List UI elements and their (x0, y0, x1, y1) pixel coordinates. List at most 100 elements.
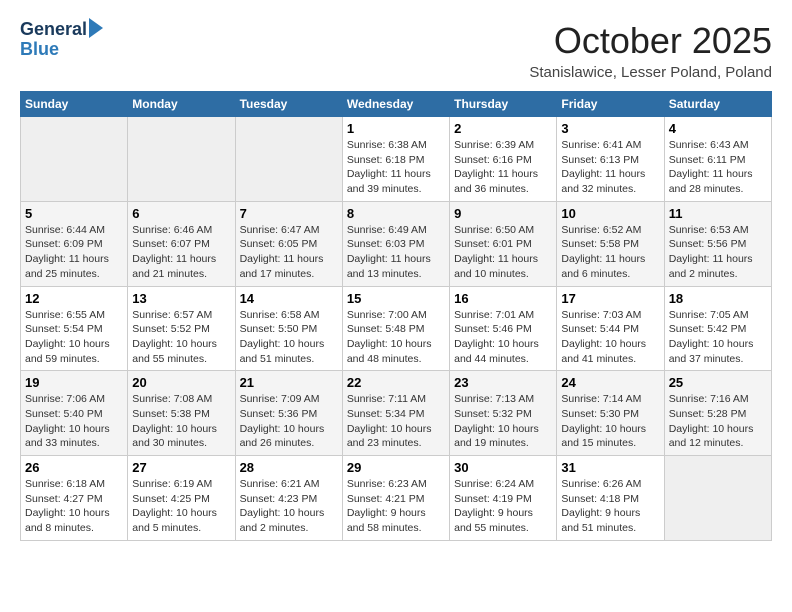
day-number: 9 (454, 206, 552, 221)
col-header-thursday: Thursday (450, 92, 557, 117)
day-info: Sunrise: 6:21 AM Sunset: 4:23 PM Dayligh… (240, 477, 338, 536)
calendar-cell: 8 Sunrise: 6:49 AM Sunset: 6:03 PM Daylig… (342, 201, 449, 286)
day-info: Sunrise: 7:06 AM Sunset: 5:40 PM Dayligh… (25, 392, 123, 451)
calendar-cell: 5Sunrise: 6:44 AM Sunset: 6:09 PM Daylig… (21, 201, 128, 286)
day-number: 6 (132, 206, 230, 221)
day-number: 15 (347, 291, 445, 306)
calendar-cell: 9 Sunrise: 6:50 AM Sunset: 6:01 PM Daylig… (450, 201, 557, 286)
calendar-cell: 29 Sunrise: 6:23 AM Sunset: 4:21 PM Dayli… (342, 456, 449, 541)
calendar-cell: 27 Sunrise: 6:19 AM Sunset: 4:25 PM Dayli… (128, 456, 235, 541)
calendar-cell: 20 Sunrise: 7:08 AM Sunset: 5:38 PM Dayli… (128, 371, 235, 456)
day-info: Sunrise: 6:23 AM Sunset: 4:21 PM Dayligh… (347, 477, 445, 536)
day-number: 3 (561, 121, 659, 136)
day-info: Sunrise: 7:00 AM Sunset: 5:48 PM Dayligh… (347, 308, 445, 367)
calendar-cell (128, 117, 235, 202)
calendar-cell: 2Sunrise: 6:39 AM Sunset: 6:16 PM Daylig… (450, 117, 557, 202)
day-number: 18 (669, 291, 767, 306)
page-header: General Blue October 2025 Stanislawice, … (20, 20, 772, 81)
day-info: Sunrise: 7:03 AM Sunset: 5:44 PM Dayligh… (561, 308, 659, 367)
day-info: Sunrise: 7:14 AM Sunset: 5:30 PM Dayligh… (561, 392, 659, 451)
calendar-week-row: 26 Sunrise: 6:18 AM Sunset: 4:27 PM Dayli… (21, 456, 772, 541)
logo-arrow-icon (89, 18, 103, 38)
calendar-cell: 26 Sunrise: 6:18 AM Sunset: 4:27 PM Dayli… (21, 456, 128, 541)
calendar-week-row: 19 Sunrise: 7:06 AM Sunset: 5:40 PM Dayli… (21, 371, 772, 456)
calendar-cell: 18 Sunrise: 7:05 AM Sunset: 5:42 PM Dayli… (664, 286, 771, 371)
day-info: Sunrise: 7:11 AM Sunset: 5:34 PM Dayligh… (347, 392, 445, 451)
calendar-cell: 28Sunrise: 6:21 AM Sunset: 4:23 PM Dayli… (235, 456, 342, 541)
calendar-week-row: 12 Sunrise: 6:55 AM Sunset: 5:54 PM Dayli… (21, 286, 772, 371)
calendar-cell: 4 Sunrise: 6:43 AM Sunset: 6:11 PM Daylig… (664, 117, 771, 202)
day-number: 30 (454, 460, 552, 475)
day-info: Sunrise: 7:08 AM Sunset: 5:38 PM Dayligh… (132, 392, 230, 451)
day-info: Sunrise: 6:18 AM Sunset: 4:27 PM Dayligh… (25, 477, 123, 536)
day-number: 27 (132, 460, 230, 475)
day-number: 4 (669, 121, 767, 136)
calendar-cell: 3Sunrise: 6:41 AM Sunset: 6:13 PM Daylig… (557, 117, 664, 202)
day-number: 1 (347, 121, 445, 136)
day-info: Sunrise: 6:53 AM Sunset: 5:56 PM Dayligh… (669, 223, 767, 282)
col-header-friday: Friday (557, 92, 664, 117)
logo: General Blue (20, 20, 107, 60)
col-header-sunday: Sunday (21, 92, 128, 117)
title-block: October 2025 Stanislawice, Lesser Poland… (529, 20, 772, 81)
day-info: Sunrise: 7:01 AM Sunset: 5:46 PM Dayligh… (454, 308, 552, 367)
calendar-header-row: SundayMondayTuesdayWednesdayThursdayFrid… (21, 92, 772, 117)
day-number: 5 (25, 206, 123, 221)
calendar-cell (664, 456, 771, 541)
calendar-cell: 6 Sunrise: 6:46 AM Sunset: 6:07 PM Daylig… (128, 201, 235, 286)
day-info: Sunrise: 6:55 AM Sunset: 5:54 PM Dayligh… (25, 308, 123, 367)
day-number: 12 (25, 291, 123, 306)
day-info: Sunrise: 6:47 AM Sunset: 6:05 PM Dayligh… (240, 223, 338, 282)
day-info: Sunrise: 6:58 AM Sunset: 5:50 PM Dayligh… (240, 308, 338, 367)
calendar-cell: 1 Sunrise: 6:38 AM Sunset: 6:18 PM Daylig… (342, 117, 449, 202)
calendar-cell: 24Sunrise: 7:14 AM Sunset: 5:30 PM Dayli… (557, 371, 664, 456)
day-number: 26 (25, 460, 123, 475)
calendar-cell: 13Sunrise: 6:57 AM Sunset: 5:52 PM Dayli… (128, 286, 235, 371)
calendar-cell: 25Sunrise: 7:16 AM Sunset: 5:28 PM Dayli… (664, 371, 771, 456)
day-info: Sunrise: 7:13 AM Sunset: 5:32 PM Dayligh… (454, 392, 552, 451)
logo-text-blue: Blue (20, 40, 59, 60)
calendar-cell: 16 Sunrise: 7:01 AM Sunset: 5:46 PM Dayli… (450, 286, 557, 371)
calendar-cell: 17 Sunrise: 7:03 AM Sunset: 5:44 PM Dayli… (557, 286, 664, 371)
logo-text-general: General (20, 20, 87, 40)
day-number: 17 (561, 291, 659, 306)
day-info: Sunrise: 6:46 AM Sunset: 6:07 PM Dayligh… (132, 223, 230, 282)
calendar-cell: 30Sunrise: 6:24 AM Sunset: 4:19 PM Dayli… (450, 456, 557, 541)
day-info: Sunrise: 6:38 AM Sunset: 6:18 PM Dayligh… (347, 138, 445, 197)
calendar-cell: 23 Sunrise: 7:13 AM Sunset: 5:32 PM Dayli… (450, 371, 557, 456)
location-subtitle: Stanislawice, Lesser Poland, Poland (529, 64, 772, 81)
day-number: 14 (240, 291, 338, 306)
calendar-cell (235, 117, 342, 202)
calendar-cell: 31Sunrise: 6:26 AM Sunset: 4:18 PM Dayli… (557, 456, 664, 541)
day-number: 19 (25, 375, 123, 390)
month-title: October 2025 (529, 20, 772, 62)
day-number: 10 (561, 206, 659, 221)
calendar-cell: 22 Sunrise: 7:11 AM Sunset: 5:34 PM Dayli… (342, 371, 449, 456)
day-info: Sunrise: 7:05 AM Sunset: 5:42 PM Dayligh… (669, 308, 767, 367)
calendar-cell: 12 Sunrise: 6:55 AM Sunset: 5:54 PM Dayli… (21, 286, 128, 371)
day-number: 2 (454, 121, 552, 136)
calendar-cell: 19 Sunrise: 7:06 AM Sunset: 5:40 PM Dayli… (21, 371, 128, 456)
calendar-week-row: 1 Sunrise: 6:38 AM Sunset: 6:18 PM Daylig… (21, 117, 772, 202)
day-number: 8 (347, 206, 445, 221)
day-number: 29 (347, 460, 445, 475)
col-header-monday: Monday (128, 92, 235, 117)
day-number: 13 (132, 291, 230, 306)
calendar-cell: 11Sunrise: 6:53 AM Sunset: 5:56 PM Dayli… (664, 201, 771, 286)
day-info: Sunrise: 6:50 AM Sunset: 6:01 PM Dayligh… (454, 223, 552, 282)
day-number: 22 (347, 375, 445, 390)
day-number: 20 (132, 375, 230, 390)
calendar-cell: 7Sunrise: 6:47 AM Sunset: 6:05 PM Daylig… (235, 201, 342, 286)
day-number: 23 (454, 375, 552, 390)
calendar-cell: 14 Sunrise: 6:58 AM Sunset: 5:50 PM Dayli… (235, 286, 342, 371)
col-header-wednesday: Wednesday (342, 92, 449, 117)
day-info: Sunrise: 6:52 AM Sunset: 5:58 PM Dayligh… (561, 223, 659, 282)
calendar-week-row: 5Sunrise: 6:44 AM Sunset: 6:09 PM Daylig… (21, 201, 772, 286)
calendar-cell: 21Sunrise: 7:09 AM Sunset: 5:36 PM Dayli… (235, 371, 342, 456)
day-info: Sunrise: 6:43 AM Sunset: 6:11 PM Dayligh… (669, 138, 767, 197)
day-number: 21 (240, 375, 338, 390)
day-info: Sunrise: 6:49 AM Sunset: 6:03 PM Dayligh… (347, 223, 445, 282)
calendar-cell: 10 Sunrise: 6:52 AM Sunset: 5:58 PM Dayli… (557, 201, 664, 286)
day-number: 16 (454, 291, 552, 306)
day-info: Sunrise: 6:19 AM Sunset: 4:25 PM Dayligh… (132, 477, 230, 536)
